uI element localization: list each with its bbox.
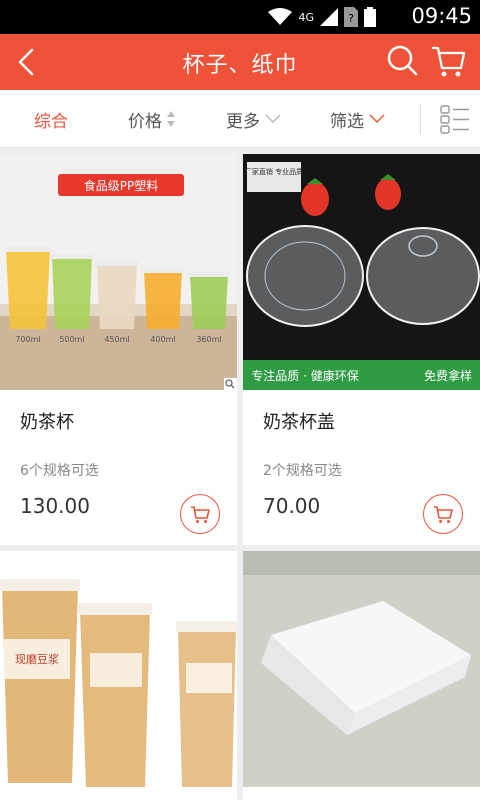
svg-text:现磨豆浆: 现磨豆浆 xyxy=(15,652,59,666)
product-image[interactable]: 现磨豆浆 xyxy=(0,551,237,787)
tab-filter[interactable]: 筛选 xyxy=(330,90,386,148)
svg-text:360ml: 360ml xyxy=(196,335,221,344)
signal-icon xyxy=(320,8,338,26)
app-header: 杯子、纸巾 xyxy=(0,34,480,90)
list-view-icon[interactable] xyxy=(440,104,470,134)
network-type: 4G xyxy=(298,10,314,24)
product-image[interactable]: 食品级PP塑料 700ml 500ml 450ml 400ml 360ml xyxy=(0,154,237,390)
tab-price-label: 价格 xyxy=(128,111,162,132)
tab-price[interactable]: 价格 xyxy=(128,90,176,148)
svg-text:450ml: 450ml xyxy=(104,335,129,344)
chevron-down-icon xyxy=(265,114,281,124)
clock: 09:45 xyxy=(411,4,472,28)
wifi-icon xyxy=(268,8,293,25)
tab-filter-label: 筛选 xyxy=(330,111,364,132)
product-name[interactable]: 奶茶杯 xyxy=(20,408,74,434)
battery-icon xyxy=(364,7,376,27)
product-name[interactable]: 奶茶杯盖 xyxy=(263,408,335,434)
product-specs: 6个规格可选 xyxy=(20,463,99,479)
status-bar: 4G ? 09:45 xyxy=(0,0,480,34)
svg-text:食品级PP塑料: 食品级PP塑料 xyxy=(84,178,158,193)
product-card[interactable]: 厂家直销 专业品质 专注品质 · 健康环保 免费拿样 奶茶杯盖 2个规格可选 7… xyxy=(243,154,480,545)
svg-text:?: ? xyxy=(348,12,354,25)
product-price: 130.00 xyxy=(20,494,90,518)
chevron-down-icon xyxy=(369,114,385,124)
product-price: 70.00 xyxy=(263,494,321,518)
tab-comprehensive-label: 综合 xyxy=(34,111,68,132)
product-image[interactable] xyxy=(243,551,480,787)
product-card[interactable]: 食品级PP塑料 700ml 500ml 450ml 400ml 360ml 奶茶… xyxy=(0,154,237,545)
add-to-cart-button[interactable] xyxy=(180,494,220,534)
cart-icon xyxy=(191,506,210,523)
product-card[interactable] xyxy=(243,551,480,800)
sort-arrows-icon xyxy=(167,111,175,127)
tab-comprehensive[interactable]: 综合 xyxy=(34,90,68,148)
tab-more[interactable]: 更多 xyxy=(226,90,282,148)
svg-text:400ml: 400ml xyxy=(150,335,175,344)
sort-filter-bar: 综合 价格 更多 筛选 xyxy=(0,90,480,148)
svg-text:免费拿样: 免费拿样 xyxy=(424,368,472,383)
svg-text:500ml: 500ml xyxy=(59,335,84,344)
cart-icon xyxy=(434,506,453,523)
product-image[interactable]: 厂家直销 专业品质 专注品质 · 健康环保 免费拿样 xyxy=(243,154,480,390)
product-grid: 食品级PP塑料 700ml 500ml 450ml 400ml 360ml 奶茶… xyxy=(0,148,480,800)
divider xyxy=(420,104,421,134)
tab-more-label: 更多 xyxy=(226,111,260,132)
search-icon[interactable] xyxy=(384,42,420,78)
cart-icon[interactable] xyxy=(430,42,468,80)
product-card[interactable]: 现磨豆浆 xyxy=(0,551,237,800)
product-specs: 2个规格可选 xyxy=(263,463,342,479)
add-to-cart-button[interactable] xyxy=(423,494,463,534)
sim-icon: ? xyxy=(344,7,358,27)
svg-text:厂家直销 专业品质: 厂家直销 专业品质 xyxy=(245,167,303,176)
status-icons: 4G ? xyxy=(268,6,376,28)
svg-text:700ml: 700ml xyxy=(15,335,40,344)
svg-text:专注品质 · 健康环保: 专注品质 · 健康环保 xyxy=(251,368,358,383)
